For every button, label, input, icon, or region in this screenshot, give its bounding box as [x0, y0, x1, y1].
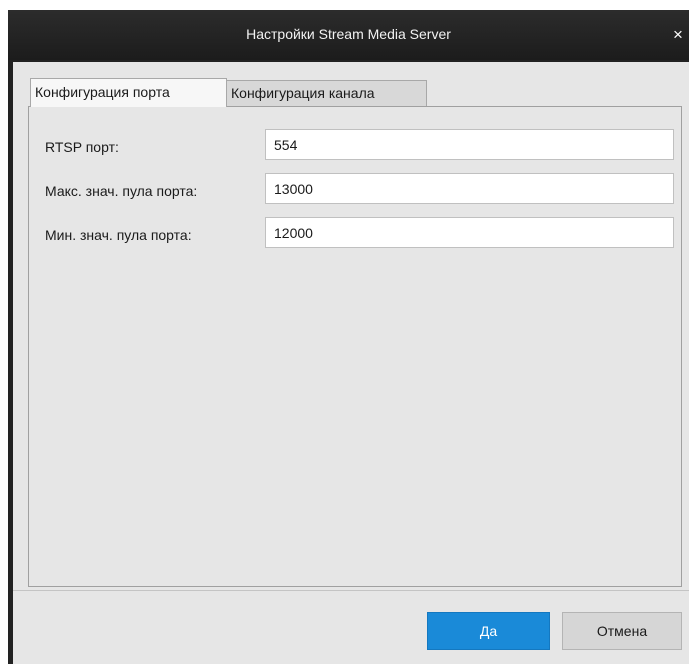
- max-pool-label: Макс. знач. пула порта:: [45, 183, 198, 199]
- tab-port-config[interactable]: Конфигурация порта: [30, 78, 227, 107]
- min-pool-label: Мин. знач. пула порта:: [45, 227, 192, 243]
- settings-dialog: Настройки Stream Media Server × Конфигур…: [8, 10, 689, 664]
- dialog-body: Конфигурация порта Конфигурация канала R…: [13, 62, 689, 664]
- dialog-title: Настройки Stream Media Server: [246, 26, 451, 42]
- close-icon[interactable]: ×: [673, 25, 689, 45]
- tab-channel-config[interactable]: Конфигурация канала: [226, 80, 427, 106]
- rtsp-port-label: RTSP порт:: [45, 139, 119, 155]
- max-pool-input[interactable]: [265, 173, 674, 204]
- rtsp-port-input[interactable]: [265, 129, 674, 160]
- cancel-button[interactable]: Отмена: [562, 612, 682, 650]
- ok-button[interactable]: Да: [427, 612, 550, 650]
- tab-panel: RTSP порт: Макс. знач. пула порта: Мин. …: [28, 106, 682, 587]
- footer-divider: [13, 590, 689, 591]
- min-pool-input[interactable]: [265, 217, 674, 248]
- title-bar[interactable]: Настройки Stream Media Server ×: [8, 10, 689, 60]
